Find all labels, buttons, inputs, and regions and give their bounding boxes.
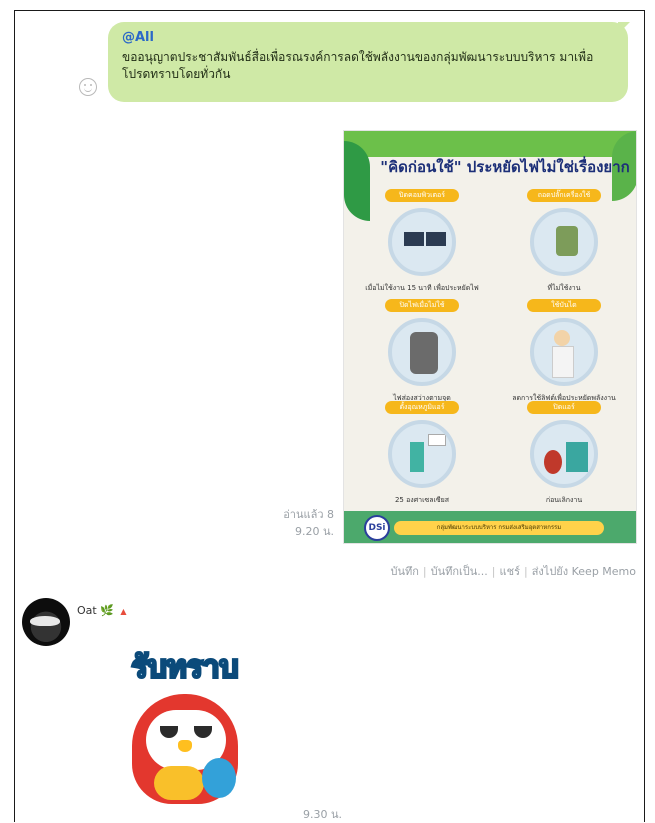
divider: | bbox=[422, 565, 427, 578]
poster-item-tag: ตั้งอุณหภูมิแอร์ bbox=[385, 401, 459, 414]
poster-item-caption: 25 องศาเซลเซียส bbox=[394, 496, 450, 504]
keep-memo-link[interactable]: ส่งไปยัง Keep Memo bbox=[532, 565, 636, 578]
air-conditioner-icon bbox=[530, 420, 598, 488]
plant-emoji: 🌿 bbox=[100, 604, 114, 617]
sender-label: Oat bbox=[77, 604, 97, 617]
message-actions: บันทึก | บันทึกเป็น... | แชร์ | ส่งไปยัง Keep … bbox=[340, 562, 636, 580]
outgoing-message-bubble[interactable]: @All ขออนุญาตประชาสัมพันธ์สื่อเพื่อรณรงค… bbox=[108, 22, 628, 102]
poster-title: "คิดก่อนใช้" ประหยัดไฟไม่ใช่เรื่องยาก bbox=[380, 158, 630, 176]
poster-item-tag: ใช้บันได bbox=[527, 299, 601, 312]
poster-top-band bbox=[344, 131, 636, 157]
divider: | bbox=[523, 565, 528, 578]
thermostat-icon bbox=[388, 420, 456, 488]
poster-item: ปิดคอมพิวเตอร์ เมื่อไม่ใช้งาน 15 นาที เพ… bbox=[362, 189, 482, 293]
sticker-time: 9.30 น. bbox=[303, 808, 343, 821]
message-time: 9.20 น. bbox=[294, 525, 334, 538]
poster-item-tag: ถอดปลั๊กเครื่องใช้ bbox=[527, 189, 601, 202]
computer-icon bbox=[388, 208, 456, 276]
light-switch-icon bbox=[388, 318, 456, 386]
poster-item-caption: ก่อนเลิกงาน bbox=[545, 496, 583, 504]
bird-beak bbox=[178, 740, 192, 752]
sticker-text: รับทราบ bbox=[130, 649, 240, 687]
poster-footer-banner: กลุ่มพัฒนาระบบบริหาร กรมส่งเสริมอุตสาหกร… bbox=[394, 521, 604, 535]
message-text: ขออนุญาตประชาสัมพันธ์สื่อเพื่อรณรงค์การล… bbox=[122, 50, 594, 81]
poster-item: ปิดแอร์ ก่อนเลิกงาน bbox=[504, 401, 624, 505]
poster-item-tag: ปิดไฟเมื่อไม่ใช้ bbox=[385, 299, 459, 312]
sender-name[interactable]: Oat 🌿 ▲ bbox=[77, 604, 127, 617]
dsi-logo: DSi bbox=[364, 515, 390, 541]
share-link[interactable]: แชร์ bbox=[500, 565, 520, 578]
triangle-icon: ▲ bbox=[120, 607, 127, 616]
poster-item-caption: เมื่อไม่ใช้งาน 15 นาที เพื่อประหยัดไฟ bbox=[365, 284, 479, 292]
sticker[interactable]: รับทราบ bbox=[110, 648, 260, 813]
bird-belly bbox=[154, 766, 204, 800]
poster-item-tag: ปิดคอมพิวเตอร์ bbox=[385, 189, 459, 202]
mention-all[interactable]: @All bbox=[122, 30, 614, 46]
plug-icon bbox=[530, 208, 598, 276]
save-link[interactable]: บันทึก bbox=[390, 565, 418, 578]
read-status: อ่านแล้ว 8 9.20 น. bbox=[268, 506, 334, 540]
poster-item: ถอดปลั๊กเครื่องใช้ ที่ไม่ใช้งาน bbox=[504, 189, 624, 293]
poster-item: ปิดไฟเมื่อไม่ใช้ ไฟส่องสว่างตามจุด bbox=[362, 299, 482, 403]
save-as-link[interactable]: บันทึกเป็น... bbox=[431, 565, 488, 578]
bird-wing bbox=[202, 758, 236, 798]
poster-footer: DSi กลุ่มพัฒนาระบบบริหาร กรมส่งเสริมอุตส… bbox=[344, 511, 636, 543]
poster-item: ใช้บันได ลดการใช้ลิฟต์เพื่อประหยัดพลังงา… bbox=[504, 299, 624, 403]
divider: | bbox=[491, 565, 496, 578]
stairs-person-icon bbox=[530, 318, 598, 386]
avatar[interactable] bbox=[22, 598, 70, 646]
poster-item: ตั้งอุณหภูมิแอร์ 25 องศาเซลเซียส bbox=[362, 401, 482, 505]
poster-item-tag: ปิดแอร์ bbox=[527, 401, 601, 414]
poster-item-caption: ที่ไม่ใช้งาน bbox=[547, 284, 581, 292]
read-count: อ่านแล้ว 8 bbox=[283, 508, 334, 521]
reaction-smiley-icon[interactable] bbox=[79, 78, 97, 96]
poster-image[interactable]: "คิดก่อนใช้" ประหยัดไฟไม่ใช่เรื่องยาก ปิ… bbox=[343, 130, 637, 544]
